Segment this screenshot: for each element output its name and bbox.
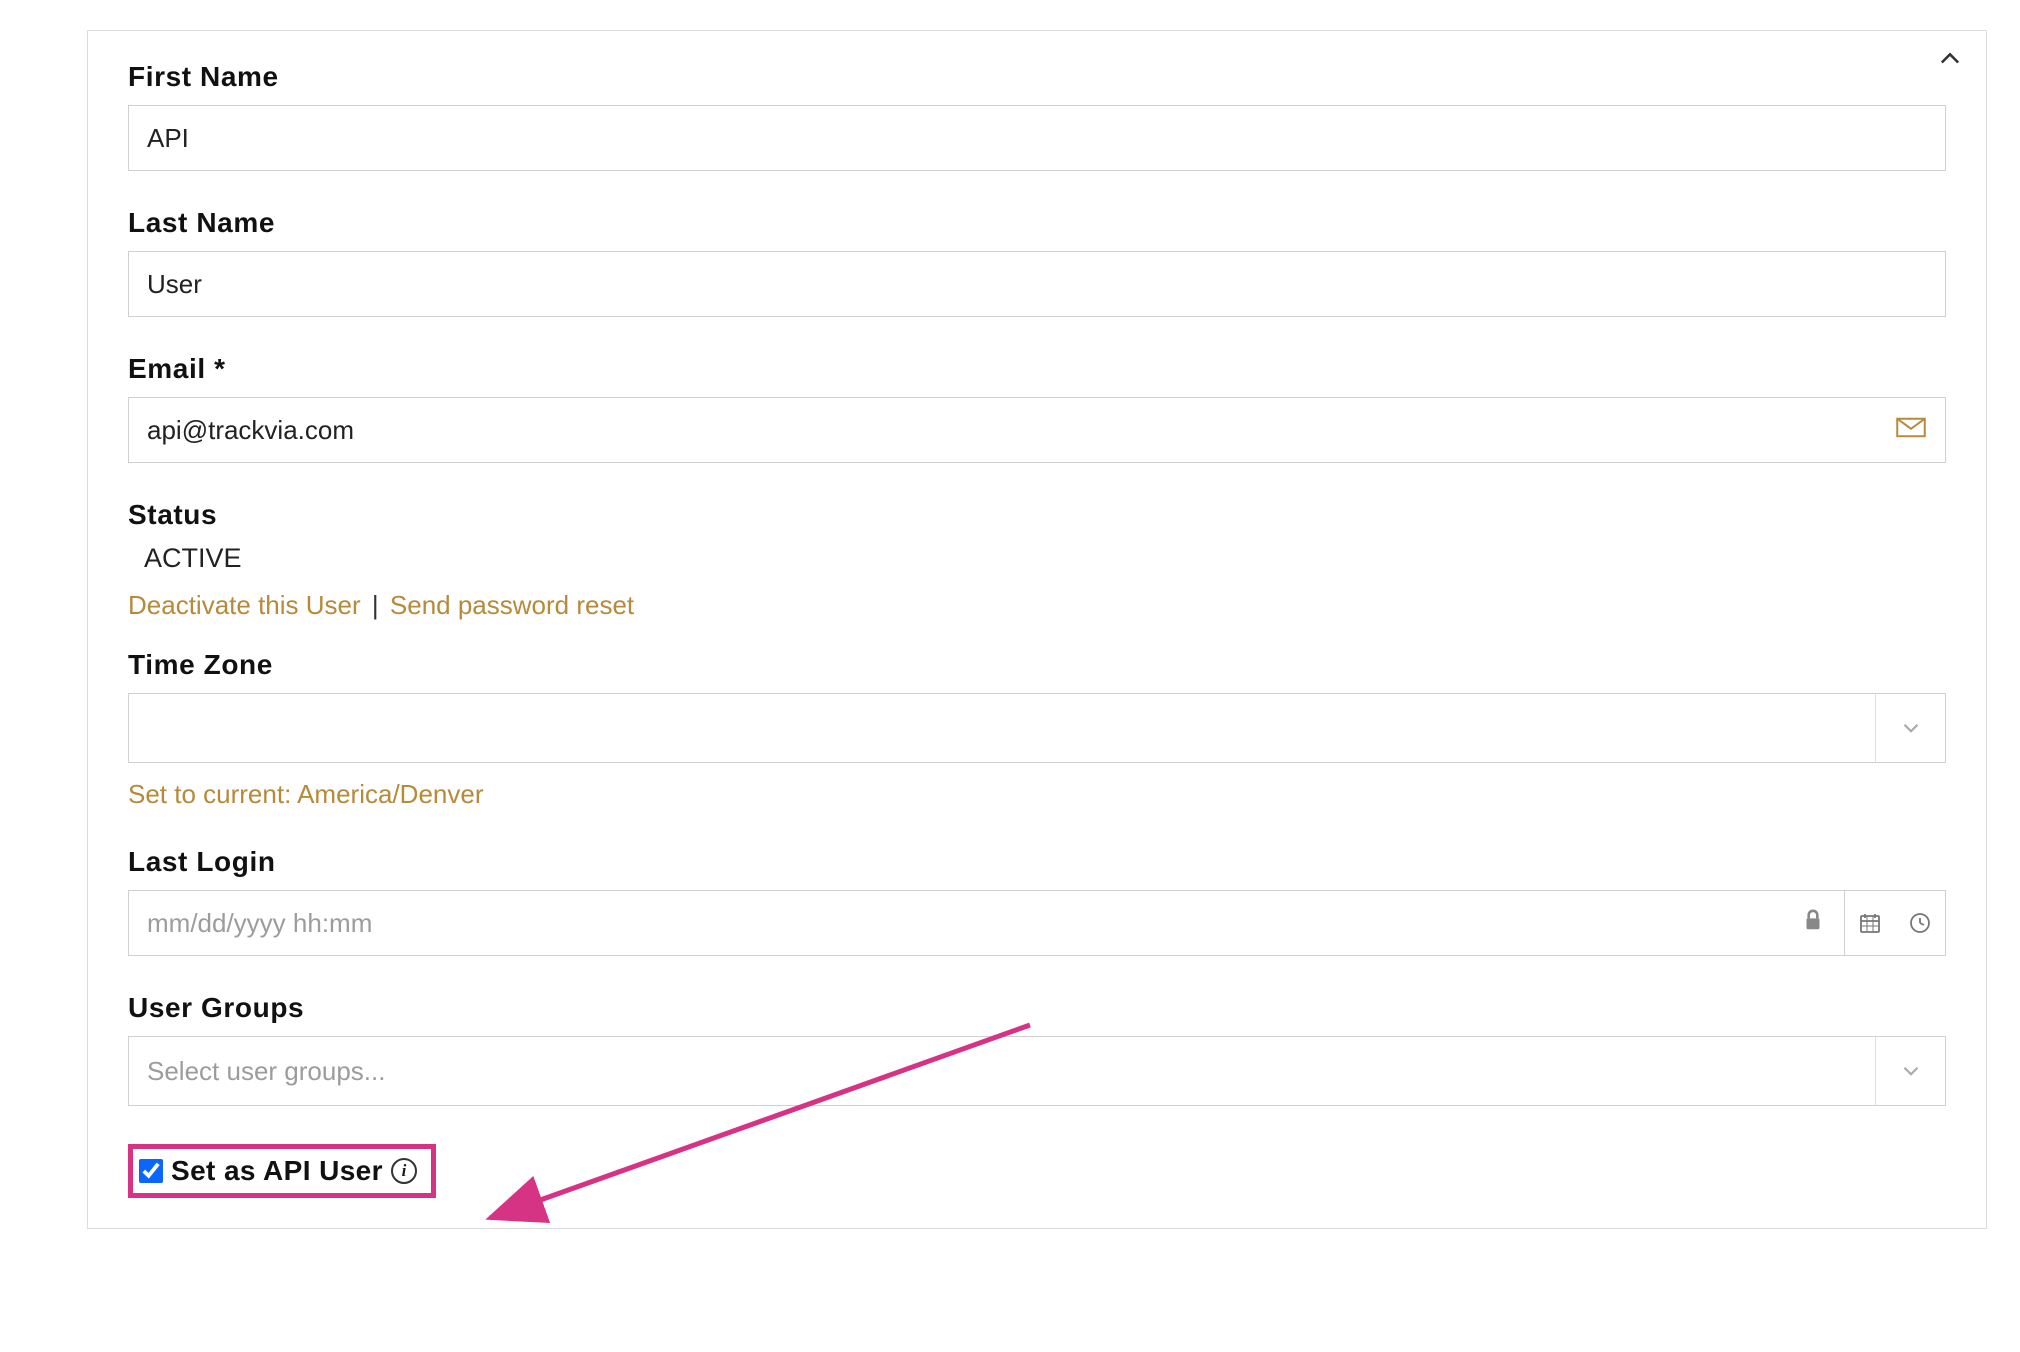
time-zone-select[interactable] xyxy=(128,693,1946,763)
first-name-group: First Name xyxy=(128,61,1946,171)
set-as-api-user-row: Set as API User i xyxy=(128,1144,436,1198)
envelope-icon xyxy=(1896,418,1926,443)
chevron-down-icon xyxy=(1898,715,1924,741)
user-groups-group: User Groups Select user groups... xyxy=(128,992,1946,1106)
last-login-placeholder: mm/dd/yyyy hh:mm xyxy=(147,908,372,939)
clock-button[interactable] xyxy=(1895,891,1945,955)
link-separator: | xyxy=(372,590,379,620)
set-as-api-user-label: Set as API User xyxy=(171,1155,383,1187)
lock-icon xyxy=(1800,907,1826,940)
chevron-up-icon xyxy=(1936,45,1964,73)
user-groups-label: User Groups xyxy=(128,992,1946,1024)
user-groups-placeholder: Select user groups... xyxy=(129,1056,1875,1087)
set-current-timezone-link[interactable]: Set to current: America/Denver xyxy=(128,779,483,810)
last-login-wrap: mm/dd/yyyy hh:mm xyxy=(128,890,1946,956)
chevron-down-icon xyxy=(1898,1058,1924,1084)
email-input-wrap xyxy=(128,397,1946,463)
status-group: Status ACTIVE Deactivate this User | Sen… xyxy=(128,499,1946,621)
user-form-panel: First Name Last Name Email * Status ACTI… xyxy=(87,30,1987,1229)
first-name-input[interactable] xyxy=(128,105,1946,171)
last-login-input: mm/dd/yyyy hh:mm xyxy=(128,890,1845,956)
last-login-buttons xyxy=(1845,890,1946,956)
status-value: ACTIVE xyxy=(144,543,1946,574)
email-group: Email * xyxy=(128,353,1946,463)
set-as-api-user-checkbox[interactable] xyxy=(139,1159,163,1183)
time-zone-group: Time Zone Set to current: America/Denver xyxy=(128,649,1946,810)
last-name-input[interactable] xyxy=(128,251,1946,317)
last-login-label: Last Login xyxy=(128,846,1946,878)
time-zone-label: Time Zone xyxy=(128,649,1946,681)
last-name-group: Last Name xyxy=(128,207,1946,317)
email-label: Email * xyxy=(128,353,1946,385)
deactivate-user-link[interactable]: Deactivate this User xyxy=(128,590,361,620)
collapse-toggle[interactable] xyxy=(1936,45,1964,73)
status-label: Status xyxy=(128,499,1946,531)
email-input[interactable] xyxy=(128,397,1946,463)
info-icon[interactable]: i xyxy=(391,1158,417,1184)
last-name-label: Last Name xyxy=(128,207,1946,239)
time-zone-dropdown-handle[interactable] xyxy=(1875,694,1945,762)
user-groups-dropdown-handle[interactable] xyxy=(1875,1037,1945,1105)
clock-icon xyxy=(1908,911,1932,935)
last-login-group: Last Login mm/dd/yyyy hh:mm xyxy=(128,846,1946,956)
calendar-icon xyxy=(1858,911,1882,935)
first-name-label: First Name xyxy=(128,61,1946,93)
calendar-button[interactable] xyxy=(1845,891,1895,955)
user-groups-select[interactable]: Select user groups... xyxy=(128,1036,1946,1106)
send-password-reset-link[interactable]: Send password reset xyxy=(390,590,634,620)
status-links: Deactivate this User | Send password res… xyxy=(128,590,1946,621)
